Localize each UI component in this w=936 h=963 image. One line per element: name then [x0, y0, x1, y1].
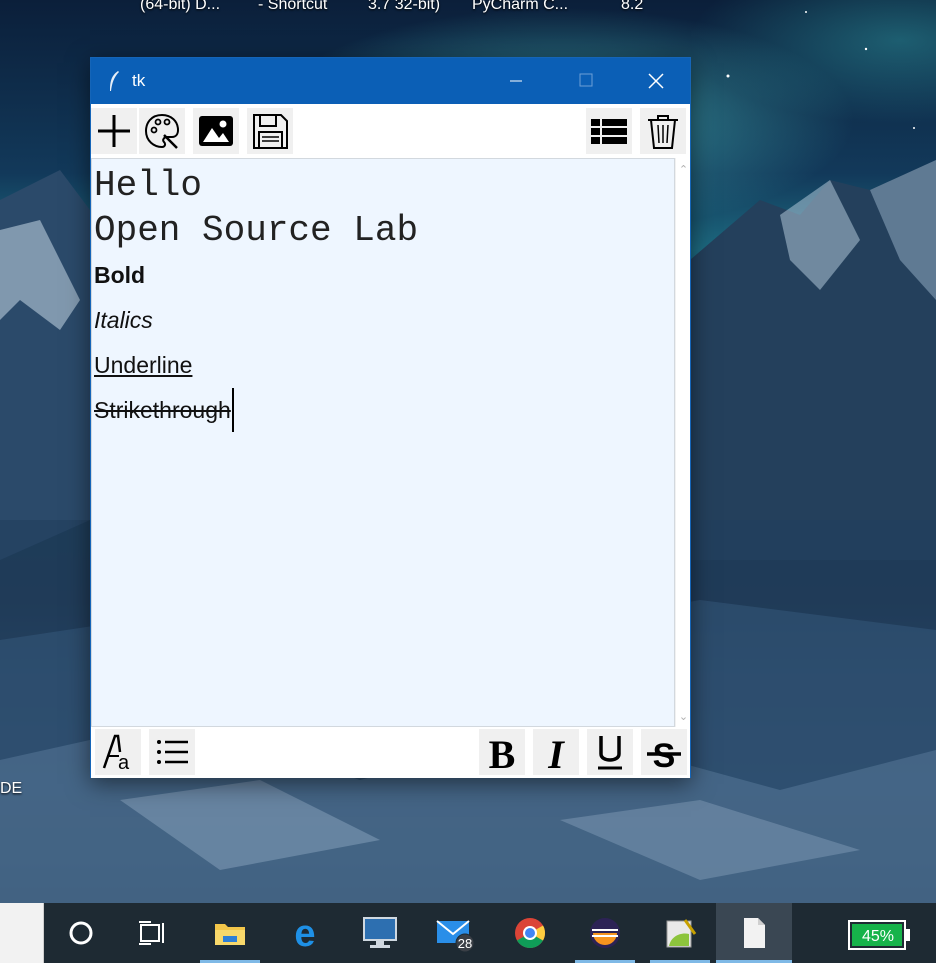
italic-icon: I [547, 732, 565, 772]
desktop-shortcut-label-4[interactable]: PyCharm C... [472, 0, 568, 14]
search-box[interactable] [0, 903, 44, 963]
top-toolbar [91, 104, 690, 158]
title-bar[interactable]: tk [91, 58, 690, 104]
plus-icon [98, 115, 130, 147]
editor-line-bold: Bold [94, 262, 146, 288]
svg-text:e: e [294, 916, 315, 950]
bold-icon: B [489, 732, 516, 772]
scroll-down-icon[interactable]: ⌄ [676, 709, 691, 725]
battery-icon: 45% [848, 920, 910, 950]
desktop-shortcut-label-5[interactable]: 8.2 [621, 0, 643, 14]
notepad-plus-button[interactable] [650, 903, 710, 963]
scroll-up-icon[interactable]: ⌃ [676, 162, 691, 178]
editor-line-open-source-lab: Open Source Lab [94, 210, 419, 251]
monitor-icon [363, 917, 397, 948]
editor-line-hello: Hello [94, 165, 203, 206]
trash-icon [648, 115, 678, 149]
minimize-icon [510, 80, 522, 82]
file-explorer-button[interactable] [200, 903, 260, 963]
feather-icon [110, 71, 119, 91]
palette-icon [144, 113, 180, 149]
editor-line-strikethrough-row: Strikethrough [94, 387, 672, 433]
chrome-button[interactable] [500, 903, 560, 963]
text-cursor [231, 387, 234, 432]
font-style-icon: a [102, 734, 130, 772]
delete-button[interactable] [640, 108, 686, 154]
edge-icon: e [294, 916, 315, 950]
battery-indicator[interactable]: 45% [848, 920, 912, 950]
notepad-plus-icon [666, 919, 697, 948]
svg-text:B: B [489, 732, 516, 772]
minimize-button[interactable] [486, 58, 546, 104]
close-icon [648, 73, 664, 89]
image-icon [199, 116, 233, 146]
svg-text:a: a [118, 752, 130, 772]
italic-button[interactable]: I [533, 729, 579, 775]
cortana-button[interactable] [51, 903, 111, 963]
mail-icon: 28 [436, 920, 475, 953]
mail-badge: 28 [458, 936, 472, 951]
eclipse-icon [590, 918, 620, 948]
task-view-icon [139, 921, 164, 945]
window-title: tk [132, 71, 146, 90]
desktop-shortcut-label-1[interactable]: (64-bit) D... [140, 0, 220, 14]
insert-image-button[interactable] [193, 108, 239, 154]
floppy-disk-icon [253, 114, 288, 149]
list-view-button[interactable] [586, 108, 632, 154]
format-toolbar: a B I S [91, 727, 690, 778]
edge-button[interactable]: e [275, 903, 335, 963]
document-icon [744, 918, 765, 948]
bullet-list-button[interactable] [149, 729, 195, 775]
tk-window: tk Hello Open Source Lab Bold Italics Un… [90, 57, 691, 778]
strikethrough-button[interactable]: S [641, 729, 687, 775]
underline-icon [598, 736, 622, 770]
svg-text:I: I [547, 732, 565, 772]
cortana-icon [69, 921, 93, 945]
color-button[interactable] [139, 108, 185, 154]
list-view-icon [591, 119, 627, 144]
desktop-shortcut-label-side[interactable]: DE [0, 780, 22, 798]
editor-line-strikethrough: Strikethrough [94, 397, 231, 423]
editor-line-italics: Italics [94, 307, 153, 333]
text-editor[interactable]: Hello Open Source Lab Bold Italics Under… [91, 158, 675, 727]
lenovo-button[interactable] [350, 903, 410, 963]
tk-app-button[interactable] [716, 903, 792, 963]
editor-line-underline: Underline [94, 352, 193, 378]
close-button[interactable] [626, 58, 686, 104]
eclipse-button[interactable] [575, 903, 635, 963]
maximize-button[interactable] [556, 58, 616, 104]
bold-button[interactable]: B [479, 729, 525, 775]
strikethrough-icon: S [647, 737, 681, 772]
new-button[interactable] [91, 108, 137, 154]
bullet-list-icon [157, 740, 188, 764]
maximize-icon [579, 73, 593, 87]
mail-button[interactable]: 28 [426, 903, 486, 963]
desktop-shortcut-label-3[interactable]: 3.7 32-bit) [368, 0, 440, 14]
chrome-icon [515, 918, 546, 949]
vertical-scrollbar[interactable]: ⌃ ⌄ [675, 158, 690, 727]
task-view-button[interactable] [122, 903, 182, 963]
desktop-shortcut-label-2[interactable]: - Shortcut [258, 0, 327, 14]
battery-percent: 45% [862, 928, 894, 945]
underline-button[interactable] [587, 729, 633, 775]
folder-icon [215, 924, 245, 945]
font-button[interactable]: a [95, 729, 141, 775]
taskbar: e 28 45% [0, 903, 936, 963]
save-button[interactable] [247, 108, 293, 154]
